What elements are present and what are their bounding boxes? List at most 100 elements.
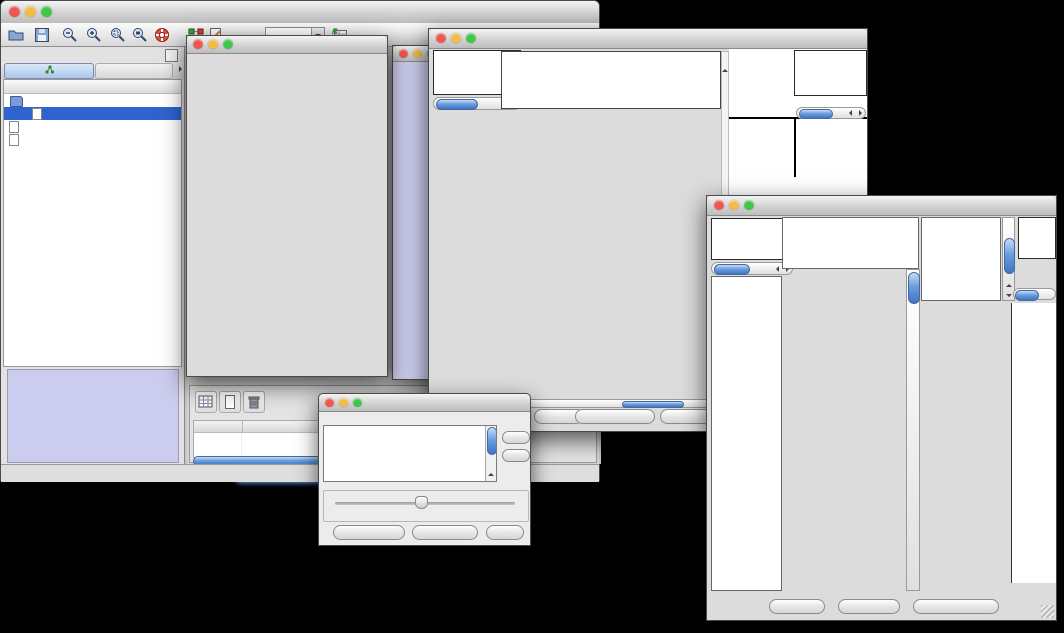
minimize-icon[interactable]	[25, 6, 36, 17]
zoom-out-icon[interactable]	[61, 26, 79, 44]
scroll-up-icon[interactable]	[1003, 280, 1014, 290]
network-table-header[interactable]	[4, 80, 181, 94]
move-down-button[interactable]	[502, 449, 530, 462]
flip-tree-button[interactable]	[660, 409, 712, 424]
network-overview-thumbnail[interactable]	[7, 369, 179, 463]
done-button[interactable]	[486, 525, 524, 540]
gene-tree-dendrogram[interactable]	[431, 110, 501, 397]
minimize-icon[interactable]	[339, 398, 348, 407]
array-tree-dendrogram[interactable]	[501, 51, 721, 109]
save-data-button[interactable]	[838, 599, 900, 614]
settings-button[interactable]	[769, 599, 825, 614]
vertical-scrollbar[interactable]	[1002, 217, 1015, 301]
network-list-item[interactable]	[4, 120, 181, 133]
global-heatmap[interactable]	[782, 269, 906, 591]
scrollbar-thumb[interactable]	[436, 99, 478, 110]
column-id[interactable]	[194, 421, 243, 432]
minimize-icon[interactable]	[208, 39, 218, 49]
scroll-left-icon[interactable]	[845, 108, 855, 118]
scroll-up-icon[interactable]	[722, 52, 728, 72]
minimize-icon[interactable]	[413, 49, 422, 58]
scroll-down-icon[interactable]	[486, 472, 496, 481]
tab-network[interactable]	[4, 63, 94, 79]
close-icon[interactable]	[193, 39, 203, 49]
attribute-select-icon[interactable]	[195, 391, 217, 413]
control-panel-header	[1, 47, 184, 62]
network-list-panel	[3, 79, 182, 367]
move-up-button[interactable]	[502, 431, 530, 444]
network-file-icon	[9, 134, 19, 146]
network-list-item[interactable]	[4, 133, 181, 146]
selection-zoom-heatmap	[923, 301, 1009, 591]
zoom-selected-icon[interactable]	[109, 26, 127, 44]
vertical-scrollbar[interactable]	[906, 269, 920, 591]
treeview1-titlebar[interactable]	[429, 29, 867, 49]
save-session-icon[interactable]	[33, 26, 51, 44]
selected-array-labels	[731, 51, 791, 117]
scrollbar-thumb[interactable]	[908, 272, 920, 304]
export-graphics-button[interactable]	[913, 599, 999, 614]
array-tree-dendrogram[interactable]	[782, 217, 919, 269]
animate-vizmap-button[interactable]	[333, 525, 405, 540]
create-vizmap-button[interactable]	[412, 525, 478, 540]
scrollbar-thumb[interactable]	[1015, 290, 1039, 301]
main-titlebar[interactable]	[1, 1, 599, 24]
usage-hints-panel	[1018, 217, 1056, 259]
network-window-titlebar[interactable]	[187, 36, 387, 54]
row-id	[194, 433, 242, 445]
open-session-icon[interactable]	[7, 26, 25, 44]
delete-attribute-icon[interactable]	[243, 391, 265, 413]
scrollbar-thumb[interactable]	[1004, 238, 1015, 274]
minimize-icon[interactable]	[451, 33, 461, 43]
network-file-icon	[32, 108, 42, 120]
scroll-up-icon[interactable]	[486, 463, 496, 472]
dialog-titlebar[interactable]	[319, 394, 530, 412]
close-icon[interactable]	[325, 398, 334, 407]
network-file-icon	[9, 121, 19, 133]
scrollbar-thumb[interactable]	[487, 427, 497, 455]
gene-tree-dendrogram[interactable]	[711, 276, 782, 591]
help-lifering-icon[interactable]	[153, 26, 171, 44]
attribute-list	[323, 425, 497, 482]
zoom-fit-icon[interactable]	[131, 26, 149, 44]
horizontal-scrollbar[interactable]	[711, 262, 793, 275]
maximize-icon[interactable]	[223, 39, 233, 49]
tab-vizmapper[interactable]	[95, 63, 173, 79]
export-graphics-button[interactable]	[575, 409, 655, 424]
more-tabs-icon[interactable]	[179, 66, 182, 72]
slider-thumb[interactable]	[415, 496, 428, 509]
global-heatmap[interactable]	[501, 110, 721, 397]
overview-canvas[interactable]	[8, 370, 176, 460]
dense-network-canvas[interactable]	[397, 114, 429, 354]
resize-grip[interactable]	[1041, 605, 1054, 618]
maximize-icon[interactable]	[744, 200, 754, 210]
vertical-scrollbar[interactable]	[485, 426, 496, 481]
maximize-icon[interactable]	[41, 6, 52, 17]
float-panel-icon[interactable]	[165, 49, 178, 62]
network-view-window	[186, 35, 388, 377]
network-view-canvas[interactable]	[188, 54, 388, 377]
scroll-left-icon[interactable]	[772, 263, 782, 274]
network-list-item-selected[interactable]	[4, 107, 181, 120]
horizontal-scrollbar[interactable]	[501, 399, 721, 408]
horizontal-scrollbar[interactable]	[1013, 288, 1056, 300]
close-icon[interactable]	[399, 49, 408, 58]
close-icon[interactable]	[9, 6, 20, 17]
close-icon[interactable]	[436, 33, 446, 43]
scroll-right-icon[interactable]	[855, 108, 865, 118]
control-panel	[1, 47, 185, 464]
selection-zoom-heatmap	[729, 121, 783, 173]
close-icon[interactable]	[714, 200, 724, 210]
treeview2-titlebar[interactable]	[707, 196, 1056, 216]
scrollbar-thumb[interactable]	[714, 264, 750, 275]
maximize-icon[interactable]	[466, 33, 476, 43]
network-list-item[interactable]	[4, 94, 181, 107]
view-status-panel	[711, 218, 793, 260]
minimize-icon[interactable]	[729, 200, 739, 210]
scrollbar-thumb[interactable]	[622, 401, 684, 408]
zoom-in-icon[interactable]	[85, 26, 103, 44]
maximize-icon[interactable]	[353, 398, 362, 407]
scrollbar-thumb[interactable]	[799, 109, 833, 119]
horizontal-scrollbar[interactable]	[796, 107, 866, 119]
new-attribute-icon[interactable]	[219, 391, 241, 413]
